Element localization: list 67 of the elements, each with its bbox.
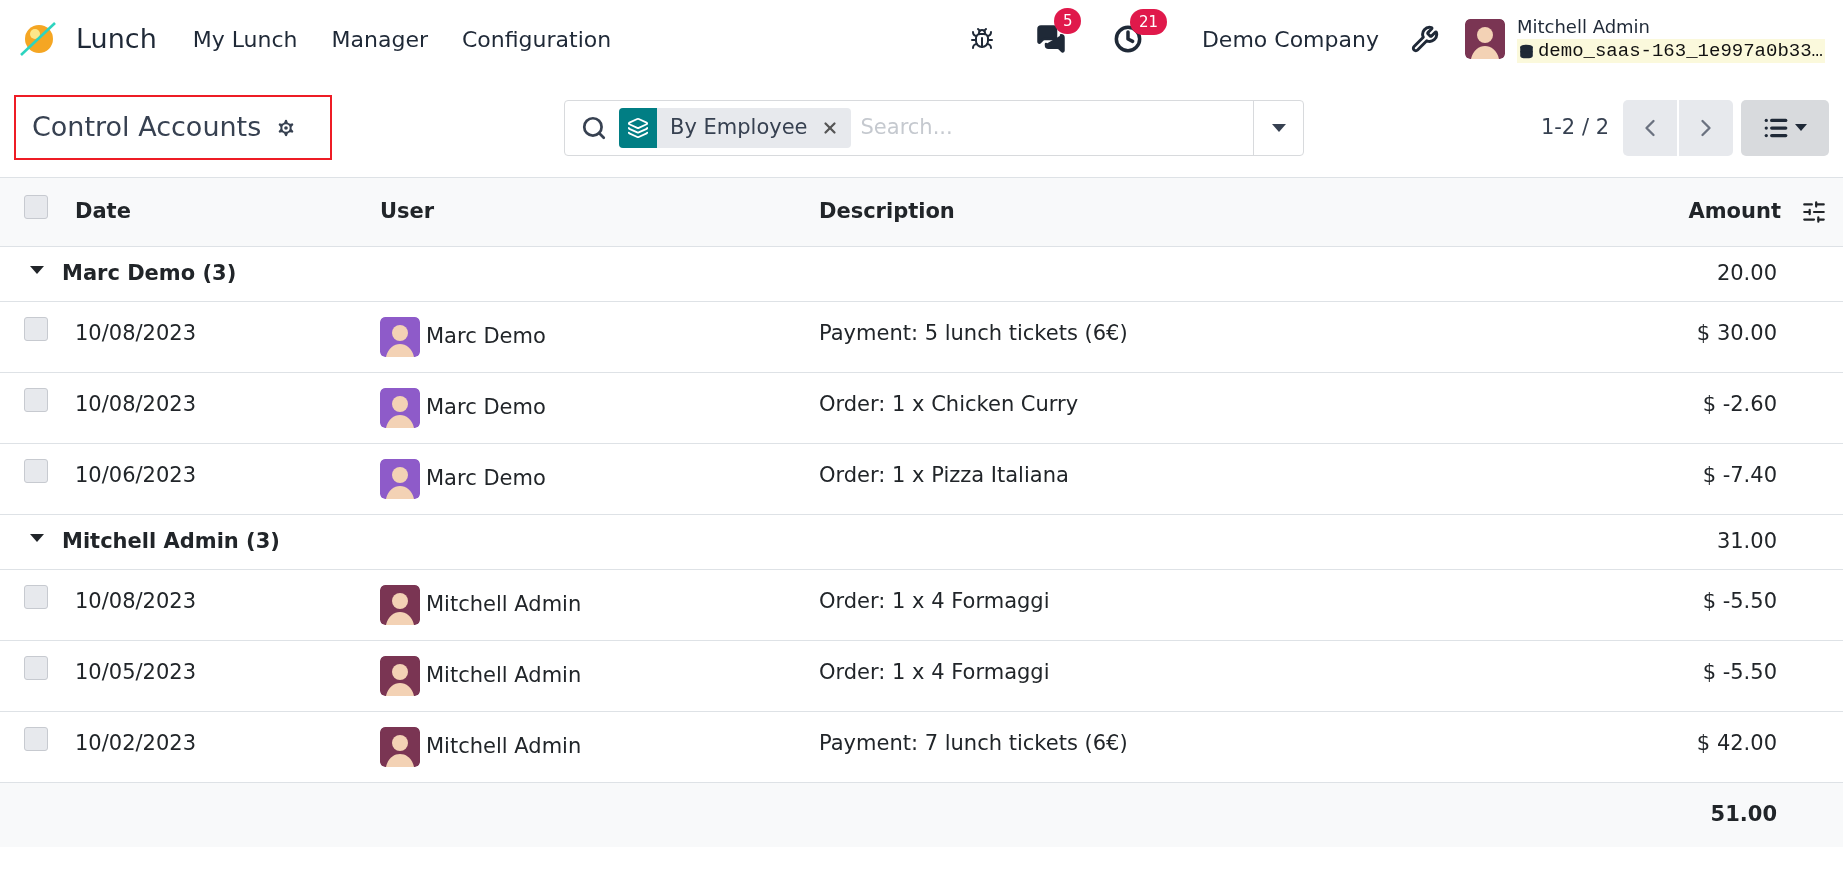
date-cell-text: 10/06/2023: [75, 462, 198, 490]
amount-cell-text: $ 30.00: [1696, 320, 1777, 348]
description-cell-text: Order: 1 x Chicken Curry: [819, 391, 1080, 419]
column-header[interactable]: Amount: [1688, 196, 1781, 228]
user-cell-text: Mitchell Admin: [426, 662, 582, 690]
app-name[interactable]: Lunch: [76, 18, 157, 60]
search-icon[interactable]: [581, 114, 607, 141]
checkbox[interactable]: [24, 459, 48, 484]
date-cell-text: 10/02/2023: [75, 730, 198, 758]
user-cell-text: Marc Demo: [426, 323, 546, 351]
user-cell-text: Mitchell Admin: [426, 733, 582, 761]
checkbox[interactable]: [24, 656, 48, 681]
description-cell-text: Order: 1 x 4 Formaggi: [819, 588, 1051, 616]
avatar-icon: [1464, 19, 1505, 59]
description-cell-text: Order: 1 x Pizza Italiana: [819, 462, 1070, 490]
amount-cell-text: $ 42.00: [1696, 730, 1777, 758]
group-total: 20.00: [1716, 260, 1777, 288]
user-cell-text: Marc Demo: [426, 465, 546, 493]
user-cell-text: Mitchell Admin: [426, 591, 582, 619]
company-name[interactable]: Demo Company: [1201, 22, 1379, 56]
facet-label: By Employee: [669, 113, 809, 141]
description-cell-text: Payment: 7 lunch tickets (6€): [819, 730, 1129, 758]
amount-cell-text: $ -2.60: [1702, 391, 1777, 419]
notification-badge: 5: [1053, 8, 1082, 34]
bug-icon[interactable]: [969, 27, 994, 51]
date-cell-text: 10/08/2023: [75, 320, 198, 348]
user-cell-text: Marc Demo: [426, 394, 546, 422]
checkbox[interactable]: [24, 317, 48, 342]
notification-badge: 21: [1129, 9, 1167, 35]
caret-icon: [1795, 124, 1807, 131]
caret-icon: [1271, 123, 1286, 132]
page-title: Control Accounts: [32, 110, 262, 145]
group-name[interactable]: Marc Demo (3): [62, 258, 1717, 290]
date-cell-text: 10/08/2023: [75, 391, 198, 419]
group-total: 31.00: [1716, 528, 1777, 556]
user-name[interactable]: Mitchell Admin: [1516, 15, 1825, 39]
search-field[interactable]: By Employee Search...: [564, 99, 1304, 156]
amount-cell-text: $ -7.40: [1702, 462, 1777, 490]
pager-value: 1-2 / 2: [1540, 113, 1609, 141]
column-settings-icon[interactable]: [1801, 199, 1827, 225]
caret-icon[interactable]: [30, 534, 44, 542]
column-header[interactable]: Date: [75, 196, 380, 228]
date-cell-text: 10/05/2023: [75, 659, 198, 687]
chat-icon[interactable]: [1035, 24, 1066, 54]
view-switcher-button[interactable]: [1741, 99, 1829, 156]
clock-icon[interactable]: [1113, 25, 1142, 53]
checkbox[interactable]: [24, 195, 48, 220]
checkbox[interactable]: [24, 585, 48, 610]
amount-cell-text: $ -5.50: [1702, 659, 1777, 687]
filter-facet[interactable]: By Employee: [619, 107, 851, 148]
column-header[interactable]: Description: [819, 196, 1689, 228]
date-cell-text: 10/08/2023: [75, 588, 198, 616]
database-name: demo_saas-163_1e997a0b33…: [1537, 39, 1823, 63]
description-cell-text: Order: 1 x 4 Formaggi: [819, 659, 1051, 687]
checkbox[interactable]: [24, 727, 48, 752]
caret-icon[interactable]: [30, 266, 44, 274]
layers-icon: [627, 116, 649, 139]
menu-item[interactable]: My Lunch: [192, 22, 298, 56]
tools-icon[interactable]: [1410, 25, 1439, 53]
menu-item[interactable]: Configuration: [462, 22, 612, 56]
group-name[interactable]: Mitchell Admin (3): [62, 526, 1717, 558]
menu-item[interactable]: Manager: [331, 22, 428, 56]
description-cell-text: Payment: 5 lunch tickets (6€): [819, 320, 1129, 348]
grand-total: 51.00: [1710, 801, 1777, 829]
amount-cell-text: $ -5.50: [1702, 588, 1777, 616]
checkbox[interactable]: [24, 388, 48, 413]
column-header[interactable]: User: [380, 196, 819, 228]
